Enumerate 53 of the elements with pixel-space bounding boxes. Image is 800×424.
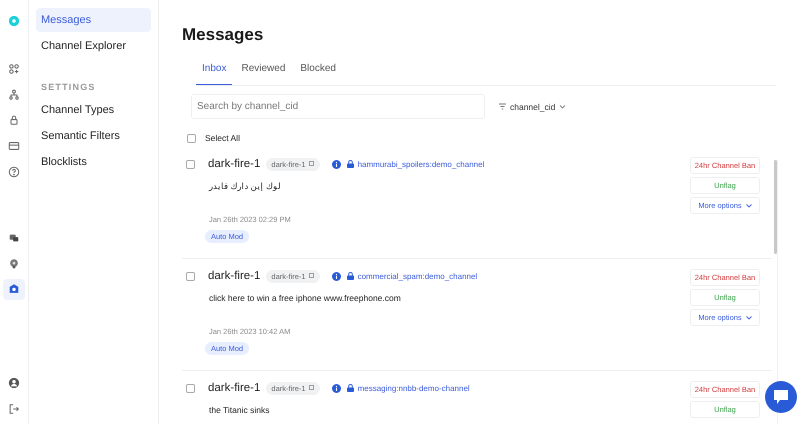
nav-item[interactable]: Semantic Filters [36,124,151,148]
nav-item[interactable]: Channel Explorer [36,34,151,58]
apps-icon [8,62,20,75]
logo-icon [8,14,20,27]
user-name: dark-fire-1 [208,382,260,394]
filter-dropdown[interactable]: channel_cid [499,102,566,112]
section-heading: SETTINGS [40,81,97,94]
rail-item[interactable] [3,278,25,300]
lock-icon [346,272,354,280]
card-icon [8,140,20,152]
chat-bubble-icon [773,389,789,405]
select-all-label: Select All [205,133,240,143]
message-text: click here to win a free iphone www.freephone.com [209,293,401,303]
user-name: dark-fire-1 [208,158,260,170]
scrollbar-thumb[interactable] [774,160,777,254]
account-icon [8,377,20,390]
info-icon[interactable] [332,384,341,392]
tab[interactable]: Blocked [294,63,342,85]
lock-icon [346,160,354,168]
copy-icon[interactable] [308,385,315,391]
nav-item[interactable]: Messages [36,8,151,32]
chat-icon [8,232,20,244]
message-text: لوك إين دارك فايدر [209,181,282,191]
checkbox[interactable] [186,384,195,392]
user-name: dark-fire-1 [208,270,260,282]
channel-link[interactable]: hammurabi_spoilers:demo_channel [358,160,484,168]
lock-icon [8,114,20,126]
tab[interactable]: Reviewed [235,63,292,85]
copy-icon[interactable] [308,161,315,167]
chat-button[interactable] [765,381,797,413]
checkbox[interactable] [186,160,195,168]
info-icon[interactable] [332,160,341,168]
checkbox[interactable] [186,272,195,280]
lock-icon [346,384,354,392]
channel-link[interactable]: messaging:nnbb-demo-channel [358,384,470,392]
chevron-down-icon [746,316,752,320]
help-icon [8,166,20,178]
info-icon[interactable] [332,272,341,280]
message-text: the Titanic sinks [209,405,270,415]
checkbox[interactable] [187,134,196,142]
shield-icon [8,283,20,296]
logout-icon [8,403,20,416]
filter-icon [499,103,506,110]
nav-item[interactable]: Blocklists [36,150,151,174]
search-field[interactable]: Search by channel_cid [191,94,485,119]
chevron-down-icon [746,204,752,208]
copy-icon[interactable] [308,273,315,279]
page-title: Messages [182,25,264,45]
nav-item[interactable]: Channel Types [36,98,151,122]
tab[interactable]: Inbox [196,63,232,85]
channel-link[interactable]: commercial_spam:demo_channel [358,272,478,280]
people-icon [8,88,20,101]
chevron-down-icon [559,103,566,110]
